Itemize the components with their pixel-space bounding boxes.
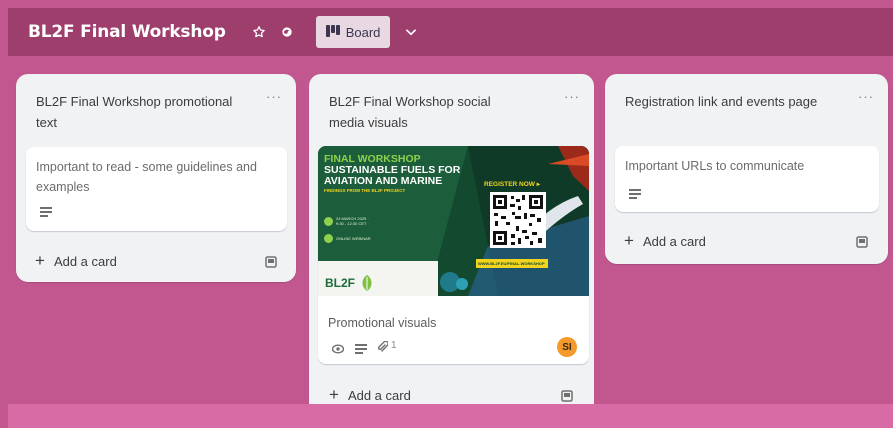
attachment-count: 1 xyxy=(391,340,397,351)
card-template-icon[interactable] xyxy=(265,255,277,273)
add-card-label: Add a card xyxy=(642,233,706,249)
add-card-button[interactable]: + Add a card xyxy=(329,385,411,405)
add-card-label: Add a card xyxy=(53,253,117,269)
cover-register: REGISTER NOW ▸ xyxy=(484,181,540,188)
list-menu-icon[interactable]: ··· xyxy=(564,89,580,104)
list-title[interactable]: Registration link and events page xyxy=(625,91,825,112)
list-menu-icon[interactable]: ··· xyxy=(266,89,282,104)
cover-url: WWW.BL2F.EU/FINAL-WORKSHOP xyxy=(478,261,545,266)
cover-online-row: ONLINE WEBINAR xyxy=(324,234,371,243)
plus-icon: + xyxy=(35,251,45,270)
avatar[interactable]: SI xyxy=(557,337,577,357)
list-title[interactable]: BL2F Final Workshop promotional text xyxy=(36,91,236,133)
cover-line-3: AVIATION AND MARINE xyxy=(324,175,443,187)
card-guidelines[interactable]: Important to read - some guidelines and … xyxy=(26,147,287,231)
cover-online: ONLINE WEBINAR xyxy=(336,236,371,241)
chevron-down-icon[interactable] xyxy=(404,25,418,39)
description-icon xyxy=(40,204,52,222)
cover-logo-text: BL2F xyxy=(325,276,355,290)
add-card-button[interactable]: + Add a card xyxy=(35,251,117,271)
card-title: Important URLs to communicate xyxy=(625,159,805,173)
cover-line-4: FINDINGS FROM THE BL2F PROJECT xyxy=(324,188,406,193)
cover-date: 24 MARCH 2025 · 9:30 - 12:30 CET xyxy=(336,216,369,226)
attachment-icon xyxy=(377,340,389,358)
board-footer-strip xyxy=(8,404,893,428)
add-card-button[interactable]: + Add a card xyxy=(624,231,706,251)
list-title[interactable]: BL2F Final Workshop social media visuals xyxy=(329,91,529,133)
card-title: Important to read - some guidelines and … xyxy=(36,160,257,194)
list-promotional-text: BL2F Final Workshop promotional text ···… xyxy=(16,74,296,282)
board-header: BL2F Final Workshop Board xyxy=(8,8,893,56)
description-icon xyxy=(355,341,367,359)
card-title: Promotional visuals xyxy=(328,316,437,330)
leaf-icon xyxy=(362,275,372,291)
list-registration-links: Registration link and events page ··· Im… xyxy=(605,74,888,264)
webinar-icon xyxy=(324,234,333,243)
board-view-icon xyxy=(325,24,340,40)
cover-date-row: 24 MARCH 2025 · 9:30 - 12:30 CET xyxy=(324,216,370,226)
card-cover-image: FINAL WORKSHOP SUSTAINABLE FUELS FOR AVI… xyxy=(318,146,589,296)
plus-icon: + xyxy=(329,385,339,404)
description-icon xyxy=(629,186,641,204)
calendar-icon xyxy=(324,216,333,226)
cover-logo: BL2F xyxy=(325,274,375,292)
list-menu-icon[interactable]: ··· xyxy=(858,89,874,104)
card-important-urls[interactable]: Important URLs to communicate xyxy=(615,146,879,212)
board-view-button[interactable]: Board xyxy=(315,16,391,48)
plus-icon: + xyxy=(624,231,634,250)
add-card-label: Add a card xyxy=(347,387,411,403)
star-icon[interactable] xyxy=(248,21,270,43)
board-view-label: Board xyxy=(345,24,381,40)
watch-icon xyxy=(331,341,345,359)
card-template-icon[interactable] xyxy=(856,235,868,253)
visibility-icon[interactable] xyxy=(276,21,298,43)
card-promotional-visuals[interactable]: FINAL WORKSHOP SUSTAINABLE FUELS FOR AVI… xyxy=(318,146,589,364)
board-title[interactable]: BL2F Final Workshop xyxy=(28,22,226,42)
list-social-media-visuals: BL2F Final Workshop social media visuals… xyxy=(309,74,594,416)
